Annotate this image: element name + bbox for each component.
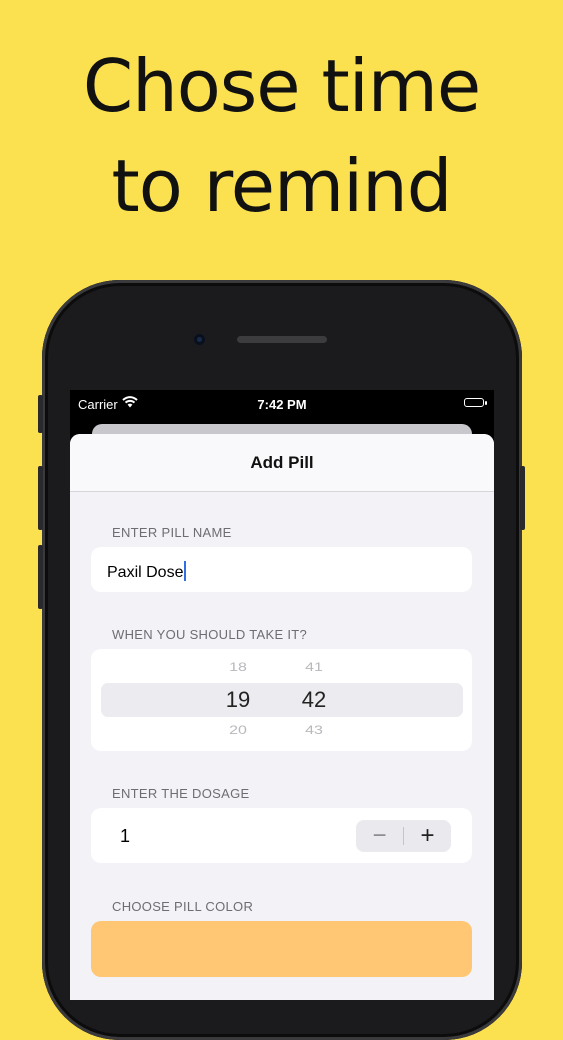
- pill-color-label: CHOOSE PILL COLOR: [112, 899, 254, 914]
- decrement-button[interactable]: −: [356, 820, 403, 852]
- battery-icon: [464, 398, 487, 407]
- minute-option-selected[interactable]: 42: [284, 687, 344, 713]
- minute-option-below[interactable]: 43: [284, 724, 344, 738]
- hour-option-below[interactable]: 20: [208, 724, 268, 738]
- dosage-field: 1 − +: [91, 808, 472, 863]
- increment-button[interactable]: +: [404, 820, 451, 852]
- earpiece-speaker: [237, 336, 327, 343]
- minute-option-above[interactable]: 41: [284, 661, 344, 675]
- front-camera: [194, 334, 205, 345]
- text-cursor: [184, 561, 187, 581]
- pill-name-value[interactable]: Paxil Dose: [107, 561, 187, 582]
- time-label: WHEN YOU SHOULD TAKE IT?: [112, 627, 308, 642]
- mute-switch: [38, 395, 43, 433]
- dosage-label: ENTER THE DOSAGE: [112, 786, 250, 801]
- navigation-bar: Add Pill: [70, 434, 494, 492]
- hour-option-above[interactable]: 18: [208, 661, 268, 675]
- pill-name-field[interactable]: Paxil Dose: [91, 547, 472, 592]
- hour-option-selected[interactable]: 19: [208, 687, 268, 713]
- volume-up-button: [38, 466, 43, 530]
- headline-line-2: to remind: [111, 144, 453, 228]
- dosage-stepper[interactable]: − +: [356, 820, 451, 852]
- phone-screen: Carrier 7:42 PM Add Pill ENTER PILL NAME…: [70, 390, 494, 1000]
- picker-selection-band: [101, 683, 463, 717]
- pill-name-label: ENTER PILL NAME: [112, 525, 232, 540]
- add-pill-sheet: Add Pill ENTER PILL NAME Paxil Dose WHEN…: [70, 434, 494, 1000]
- status-time: 7:42 PM: [257, 397, 307, 412]
- page-title: Add Pill: [250, 453, 314, 472]
- pill-color-swatch[interactable]: [91, 921, 472, 977]
- headline-line-1: Chose time: [82, 44, 481, 128]
- time-picker[interactable]: 18 19 20 41 42 43: [91, 649, 472, 751]
- dosage-value: 1: [120, 826, 131, 846]
- power-button: [520, 466, 525, 530]
- status-bar: Carrier 7:42 PM: [70, 390, 494, 418]
- volume-down-button: [38, 545, 43, 609]
